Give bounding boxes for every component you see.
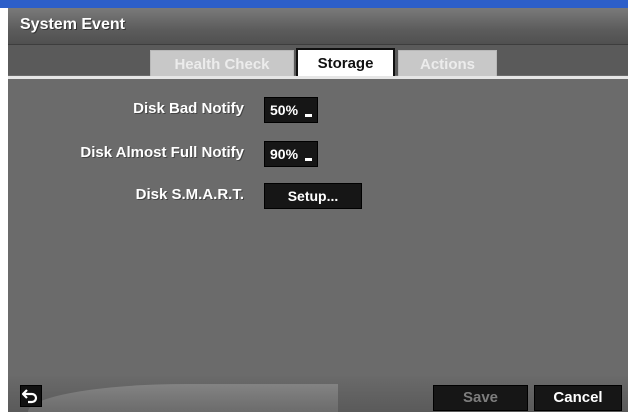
tab-underline [8,76,628,79]
dropdown-arrow-icon [305,114,312,117]
save-button[interactable]: Save [433,385,528,411]
disk-bad-notify-label: Disk Bad Notify [133,100,244,117]
disk-almost-full-notify-value: 90% [270,146,299,162]
disk-bad-notify-dropdown[interactable]: 50% [264,97,318,123]
return-arrow-icon [21,389,38,404]
cancel-button[interactable]: Cancel [534,385,622,411]
system-event-window: System Event Health Check Storage Action… [8,8,628,412]
back-button[interactable] [20,385,42,407]
disk-bad-notify-value: 50% [270,102,299,118]
tab-storage[interactable]: Storage [296,48,395,79]
window-title: System Event [20,16,125,33]
disk-smart-setup-button[interactable]: Setup... [264,183,362,209]
disk-almost-full-notify-label: Disk Almost Full Notify [80,144,244,161]
top-accent-strip [0,0,628,8]
disk-smart-label: Disk S.M.A.R.T. [135,186,244,203]
dropdown-arrow-icon [305,158,312,161]
tab-actions[interactable]: Actions [398,50,497,77]
title-bar: System Event [8,8,628,45]
tab-health-check[interactable]: Health Check [150,50,294,77]
disk-almost-full-notify-dropdown[interactable]: 90% [264,141,318,167]
